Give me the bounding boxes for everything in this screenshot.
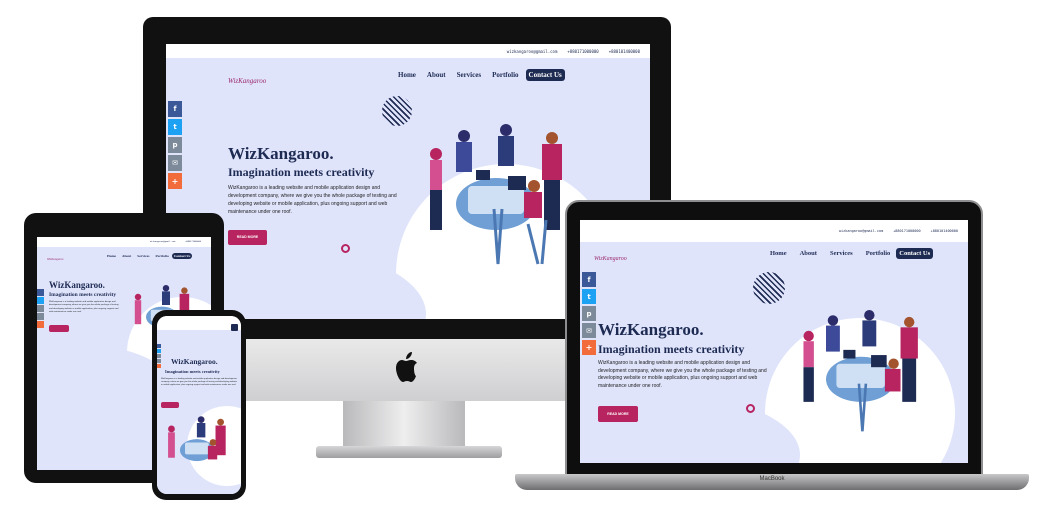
- email-icon[interactable]: [157, 359, 161, 363]
- decor-ring: [746, 404, 755, 413]
- email-icon[interactable]: ✉: [582, 323, 596, 338]
- twitter-icon[interactable]: t: [168, 119, 182, 135]
- contact-email[interactable]: wizkangaroo@gmail.com: [839, 229, 883, 233]
- apple-logo-icon: [392, 350, 422, 384]
- site-logo[interactable]: WizKangaroo: [47, 257, 63, 261]
- nav-about[interactable]: About: [122, 254, 131, 258]
- tablet-topbar: wizkangaroo@gmail.com +880171000000: [37, 237, 211, 247]
- nav-about[interactable]: About: [427, 71, 446, 79]
- decor-striped-circle: [753, 272, 785, 304]
- contact-phone-2[interactable]: +880101400000: [609, 49, 640, 54]
- print-icon[interactable]: p: [582, 306, 596, 321]
- hero-text: WizKangaroo is a leading website and mob…: [49, 301, 119, 314]
- facebook-icon[interactable]: f: [582, 272, 596, 287]
- contact-phone-1[interactable]: +880171000000: [567, 49, 598, 54]
- contact-email[interactable]: wizkangaroo@gmail.com: [507, 49, 558, 54]
- email-icon[interactable]: [37, 313, 44, 320]
- hero-subtitle: Imagination meets creativity: [165, 369, 220, 374]
- share-plus-icon[interactable]: [37, 321, 44, 328]
- share-plus-icon[interactable]: +: [168, 173, 182, 189]
- read-more-button[interactable]: [161, 402, 179, 408]
- contact-email[interactable]: wizkangaroo@gmail.com: [150, 241, 175, 243]
- hero-subtitle: Imagination meets creativity: [228, 165, 375, 179]
- hero-text: WizKangaroo is a leading website and mob…: [228, 185, 397, 215]
- facebook-icon[interactable]: f: [168, 101, 182, 117]
- hero-subtitle: Imagination meets creativity: [598, 342, 745, 356]
- hero-title: WizKangaroo.: [171, 357, 218, 366]
- hero-text: WizKangaroo is a leading website and mob…: [161, 378, 237, 387]
- menu-icon[interactable]: [231, 324, 238, 331]
- nav-services[interactable]: Services: [457, 71, 482, 79]
- nav-home[interactable]: Home: [398, 71, 416, 79]
- hero-illustration: [168, 416, 226, 462]
- contact-phone-1[interactable]: +880171000000: [893, 229, 920, 233]
- nav-contact-button[interactable]: Contact Us: [525, 69, 565, 81]
- read-more-button[interactable]: [49, 325, 69, 332]
- nav-portfolio[interactable]: Portfolio: [492, 71, 518, 79]
- main-nav: Home About Services Portfolio Contact Us: [398, 69, 565, 81]
- hero-title: WizKangaroo.: [598, 320, 704, 339]
- macbook-label: MacBook: [759, 476, 785, 482]
- contact-phone-2[interactable]: +880101400000: [931, 229, 958, 233]
- hero-illustration: [430, 124, 562, 265]
- nav-home[interactable]: Home: [770, 250, 787, 257]
- site-logo[interactable]: WizKangaroo: [594, 256, 627, 262]
- hero-subtitle: Imagination meets creativity: [49, 292, 117, 298]
- decor-ring: [341, 244, 350, 253]
- print-icon[interactable]: [157, 354, 161, 358]
- nav-contact-button[interactable]: Contact Us: [171, 253, 193, 259]
- nav-contact-button[interactable]: Contact Us: [896, 248, 934, 259]
- social-bar: f t p ✉ +: [168, 101, 182, 189]
- social-bar: [37, 289, 44, 328]
- email-icon[interactable]: ✉: [168, 155, 182, 171]
- nav-services[interactable]: Services: [830, 250, 853, 257]
- nav-home[interactable]: Home: [107, 254, 116, 258]
- share-plus-icon[interactable]: [157, 364, 161, 368]
- facebook-icon[interactable]: [157, 344, 161, 348]
- phone-notch: [178, 310, 220, 316]
- nav-portfolio[interactable]: Portfolio: [156, 254, 169, 258]
- nav-services[interactable]: Services: [137, 254, 149, 258]
- hero-title: WizKangaroo.: [49, 280, 105, 290]
- macbook-screen: wizkangaroo@gmail.com +880171000000 +880…: [580, 220, 968, 463]
- site-logo[interactable]: WizKangaroo: [228, 77, 266, 85]
- print-icon[interactable]: [37, 305, 44, 312]
- hero-title: WizKangaroo.: [228, 144, 334, 163]
- twitter-icon[interactable]: t: [582, 289, 596, 304]
- main-nav: Home About Services Portfolio Contact Us: [107, 253, 193, 259]
- print-icon[interactable]: p: [168, 137, 182, 153]
- imac-topbar: wizkangaroo@gmail.com +880171000000 +880…: [166, 44, 650, 58]
- macbook-topbar: wizkangaroo@gmail.com +880171000000 +880…: [580, 220, 968, 242]
- nav-about[interactable]: About: [800, 250, 817, 257]
- main-nav: Home About Services Portfolio Contact Us: [770, 248, 934, 259]
- twitter-icon[interactable]: [37, 297, 44, 304]
- phone-screen: WizKangaroo. Imagination meets creativit…: [157, 316, 241, 494]
- read-more-button[interactable]: READ MORE: [598, 406, 638, 422]
- phone-status-bar: [157, 316, 241, 330]
- facebook-icon[interactable]: [37, 289, 44, 296]
- hero-text: WizKangaroo is a leading website and mob…: [598, 360, 767, 389]
- nav-portfolio[interactable]: Portfolio: [866, 250, 891, 257]
- hero-illustration: [803, 310, 918, 432]
- imac-stand: [343, 401, 465, 449]
- twitter-icon[interactable]: [157, 349, 161, 353]
- decor-striped-circle: [382, 96, 412, 126]
- social-bar: f t p ✉ +: [582, 272, 596, 355]
- contact-phone-1[interactable]: +880171000000: [185, 241, 201, 243]
- social-bar: [157, 344, 161, 368]
- read-more-button[interactable]: READ MORE: [228, 230, 267, 245]
- share-plus-icon[interactable]: +: [582, 340, 596, 355]
- imac-foot: [316, 446, 502, 458]
